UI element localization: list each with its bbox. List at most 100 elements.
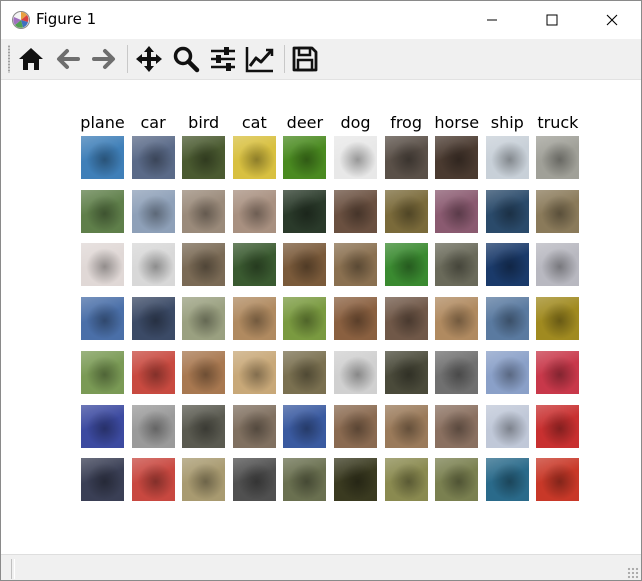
thumbnail-plane [81, 297, 124, 340]
thumbnail-bird [182, 351, 225, 394]
forward-button[interactable] [88, 43, 120, 75]
thumbnail-horse [435, 297, 478, 340]
thumbnail-frog [385, 405, 428, 448]
thumbnail-cat [233, 190, 276, 233]
thumbnail-ship [486, 297, 529, 340]
thumbnail-bird [182, 297, 225, 340]
status-separator [11, 559, 15, 579]
thumbnail-car [132, 458, 175, 501]
minimize-button[interactable] [469, 1, 515, 39]
thumbnail-truck [536, 351, 579, 394]
thumbnail-deer [283, 351, 326, 394]
thumbnail-ship [486, 243, 529, 286]
minimize-icon [487, 19, 497, 21]
thumbnail-cat [233, 243, 276, 286]
thumbnail-deer [283, 297, 326, 340]
thumbnail-ship [486, 136, 529, 179]
thumbnail-truck [536, 190, 579, 233]
class-label-frog: frog [390, 113, 422, 132]
thumbnail-horse [435, 190, 478, 233]
thumbnail-horse [435, 136, 478, 179]
thumbnail-dog [334, 243, 377, 286]
thumbnail-plane [81, 190, 124, 233]
thumbnail-car [132, 351, 175, 394]
back-arrow-icon [57, 49, 80, 69]
thumbnail-cat [233, 136, 276, 179]
thumbnail-frog [385, 297, 428, 340]
thumbnail-truck [536, 243, 579, 286]
thumbnail-ship [486, 351, 529, 394]
subplots-icon [211, 47, 235, 71]
thumbnail-dog [334, 190, 377, 233]
thumbnail-horse [435, 458, 478, 501]
thumbnail-car [132, 190, 175, 233]
close-button[interactable] [589, 1, 635, 39]
toolbar-separator [127, 45, 128, 73]
thumbnail-car [132, 405, 175, 448]
save-button[interactable] [289, 43, 321, 75]
class-label-dog: dog [340, 113, 371, 132]
thumbnail-ship [486, 405, 529, 448]
thumbnail-plane [81, 458, 124, 501]
forward-arrow-icon [92, 49, 115, 69]
thumbnail-deer [283, 405, 326, 448]
class-label-ship: ship [490, 113, 524, 132]
thumbnail-deer [283, 190, 326, 233]
toolbar-separator [284, 45, 285, 73]
thumbnail-frog [385, 351, 428, 394]
thumbnail-truck [536, 297, 579, 340]
class-label-horse: horse [434, 113, 480, 132]
thumbnail-plane [81, 136, 124, 179]
figure-canvas[interactable]: plane car bird cat deer dog frog horse ship truck [1, 80, 641, 554]
matplotlib-logo-icon [12, 11, 30, 29]
thumbnail-car [132, 243, 175, 286]
thumbnail-bird [182, 458, 225, 501]
pan-icon [136, 46, 162, 72]
thumbnail-plane [81, 351, 124, 394]
thumbnail-cat [233, 405, 276, 448]
edit-axes-button[interactable] [244, 43, 276, 75]
close-icon [606, 14, 618, 26]
thumbnail-dog [334, 458, 377, 501]
navigation-toolbar [1, 39, 641, 80]
status-bar [1, 554, 641, 580]
home-button[interactable] [15, 43, 47, 75]
thumbnail-bird [182, 136, 225, 179]
resize-grip[interactable] [627, 567, 639, 579]
thumbnail-bird [182, 405, 225, 448]
thumbnail-cat [233, 297, 276, 340]
thumbnail-horse [435, 405, 478, 448]
thumbnail-dog [334, 351, 377, 394]
class-label-plane: plane [80, 113, 125, 132]
pan-button[interactable] [133, 43, 165, 75]
thumbnail-dog [334, 136, 377, 179]
thumbnail-deer [283, 458, 326, 501]
class-label-truck: truck [537, 113, 579, 132]
thumbnail-ship [486, 458, 529, 501]
subplots-button[interactable] [207, 43, 239, 75]
thumbnail-cat [233, 458, 276, 501]
thumbnail-bird [182, 243, 225, 286]
thumbnail-plane [81, 243, 124, 286]
thumbnail-frog [385, 243, 428, 286]
home-icon [19, 48, 43, 70]
thumbnail-deer [283, 136, 326, 179]
thumbnail-bird [182, 190, 225, 233]
thumbnail-frog [385, 136, 428, 179]
figure-window: Figure 1 plane car bird cat deer dog fro… [0, 0, 642, 581]
thumbnail-plane [81, 405, 124, 448]
thumbnail-cat [233, 351, 276, 394]
thumbnail-frog [385, 190, 428, 233]
maximize-button[interactable] [529, 1, 575, 39]
maximize-icon [546, 14, 558, 26]
back-button[interactable] [52, 43, 84, 75]
class-label-cat: cat [241, 113, 267, 132]
thumbnail-horse [435, 243, 478, 286]
thumbnail-truck [536, 136, 579, 179]
toolbar-grip[interactable] [7, 45, 11, 73]
zoom-button[interactable] [170, 43, 202, 75]
edit-axes-icon [245, 47, 274, 73]
thumbnail-horse [435, 351, 478, 394]
class-label-deer: deer [286, 113, 324, 132]
thumbnail-ship [486, 190, 529, 233]
